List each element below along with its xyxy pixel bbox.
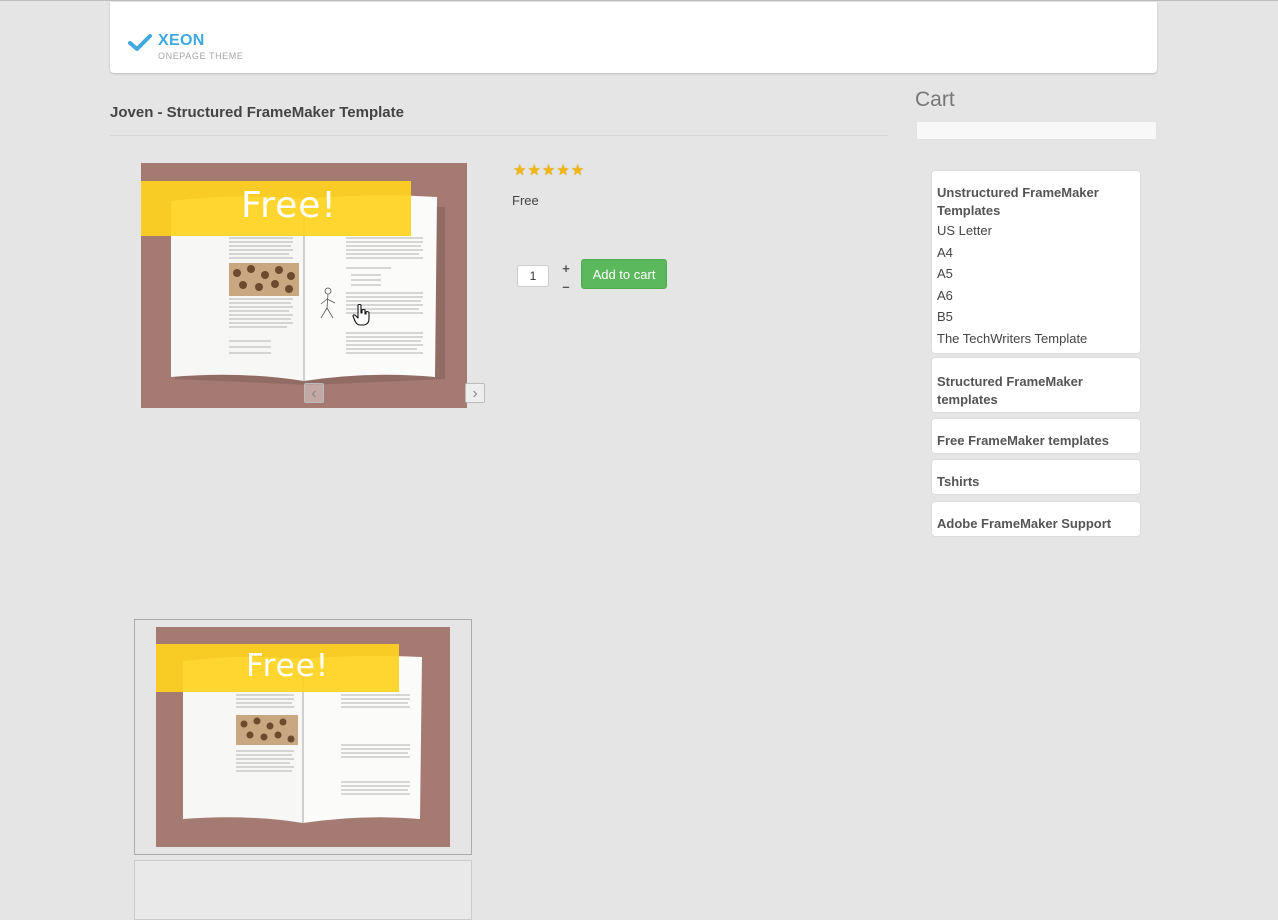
category-link[interactable]: Free FrameMaker templates — [937, 432, 1135, 450]
quantity-increase-button[interactable]: + — [561, 261, 571, 276]
cart-heading: Cart — [915, 88, 955, 111]
hand-cursor-icon — [352, 304, 370, 326]
star-icon: ★ — [556, 162, 570, 179]
slider-prev-button[interactable]: ‹ — [304, 383, 324, 403]
subcategory-link[interactable]: The TechWriters Template — [937, 328, 1135, 350]
free-banner-text: Free! — [241, 185, 337, 226]
subcategory-link[interactable]: A6 — [937, 285, 1135, 307]
category-link[interactable]: Unstructured FrameMaker Templates — [937, 184, 1135, 220]
cart-contents — [916, 121, 1157, 140]
product-title: Joven - Structured FrameMaker Template — [110, 104, 404, 121]
category-card-free: Free FrameMaker templates — [931, 418, 1141, 454]
category-card-support: Adobe FrameMaker Support — [931, 501, 1141, 537]
quantity-decrease-button[interactable]: – — [561, 279, 571, 294]
slider-next-button[interactable]: › — [465, 383, 485, 403]
logo[interactable]: XEON ONEPAGE THEME — [128, 32, 278, 72]
category-link[interactable]: Adobe FrameMaker Support — [937, 515, 1135, 533]
star-rating: ★ ★ ★ ★ ★ — [513, 163, 584, 179]
star-icon: ★ — [541, 162, 556, 179]
site-header: XEON ONEPAGE THEME — [110, 2, 1157, 73]
add-to-cart-button[interactable]: Add to cart — [581, 259, 667, 289]
logo-tagline: ONEPAGE THEME — [158, 51, 244, 61]
category-link[interactable]: Tshirts — [937, 473, 1135, 491]
checkmark-icon — [128, 34, 152, 51]
product-price: Free — [512, 193, 539, 208]
title-divider — [110, 135, 888, 136]
thumbnail-banner-text: Free! — [246, 648, 330, 684]
product-thumbnail[interactable]: Free! — [134, 619, 472, 855]
subcategory-link[interactable]: US Letter — [937, 220, 1135, 242]
category-link[interactable]: Structured FrameMaker templates — [937, 373, 1135, 409]
quantity-input[interactable] — [517, 265, 549, 287]
product-main-image[interactable]: Free! — [141, 163, 467, 408]
category-card-tshirts: Tshirts — [931, 459, 1141, 495]
subcategory-link[interactable]: A5 — [937, 263, 1135, 285]
star-icon: ★ — [513, 162, 527, 179]
star-icon: ★ — [570, 162, 585, 179]
logo-title: XEON — [158, 32, 205, 49]
thumbnail-image: Free! — [156, 627, 450, 847]
top-border — [0, 0, 1278, 1]
subcategory-link[interactable]: B5 — [937, 306, 1135, 328]
star-icon: ★ — [527, 162, 541, 179]
category-card-structured: Structured FrameMaker templates — [931, 357, 1141, 413]
subcategory-link[interactable]: A4 — [937, 242, 1135, 264]
product-thumbnail[interactable] — [134, 860, 472, 920]
category-card-unstructured: Unstructured FrameMaker Templates US Let… — [931, 170, 1141, 354]
